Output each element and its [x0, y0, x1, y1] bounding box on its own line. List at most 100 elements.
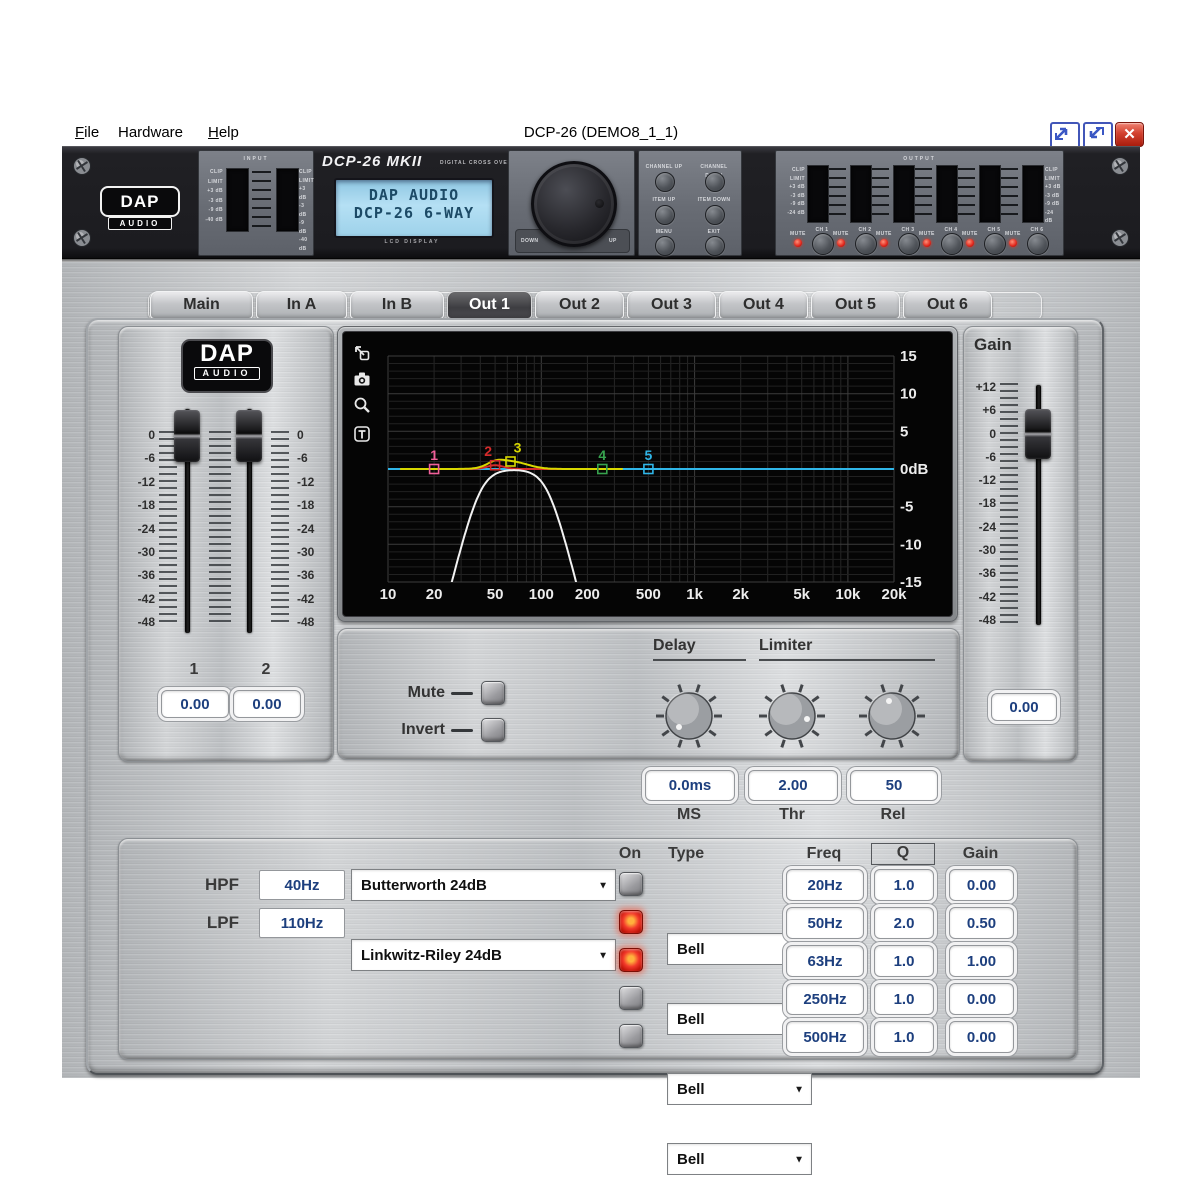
mute-led	[1009, 239, 1017, 247]
fader-scale-left: 0-6-12-18-24-30-36-42-48	[125, 428, 155, 629]
brand-text: DAP	[121, 192, 160, 212]
screw-icon	[1110, 156, 1130, 176]
delay-ms-value[interactable]: 0.0ms	[645, 770, 735, 801]
tab-out-3[interactable]: Out 3	[627, 291, 716, 319]
menu-help[interactable]: Help	[208, 124, 239, 141]
hpf-type-dropdown[interactable]: Butterworth 24dB▼	[351, 869, 616, 901]
fader-2-handle[interactable]	[236, 410, 262, 462]
lpf-freq-value[interactable]: 110Hz	[259, 908, 345, 938]
limiter-threshold-knob[interactable]	[756, 680, 828, 752]
fader-1-value[interactable]: 0.00	[161, 690, 229, 718]
eq-row-4-freq[interactable]: 250Hz	[786, 983, 864, 1015]
tab-in-a[interactable]: In A	[256, 291, 347, 319]
fader-1-handle[interactable]	[174, 410, 200, 462]
item-up-button[interactable]	[655, 205, 675, 225]
dap-logo: DAP AUDIO	[181, 339, 273, 393]
delay-knob[interactable]	[653, 680, 725, 752]
eq-row-3-on-button[interactable]	[619, 948, 643, 972]
exit-button[interactable]	[705, 236, 725, 256]
eq-row-1-gain[interactable]: 0.00	[949, 869, 1014, 901]
export-settings-button[interactable]	[1050, 122, 1080, 149]
eq-row-1-freq[interactable]: 20Hz	[786, 869, 864, 901]
eq-row-3-gain[interactable]: 1.00	[949, 945, 1014, 977]
channel-3-button[interactable]	[898, 233, 920, 255]
output-meter	[807, 165, 829, 223]
channel-1-button[interactable]	[812, 233, 834, 255]
eq-row-2-on-button[interactable]	[619, 910, 643, 934]
eq-row-2-gain[interactable]: 0.50	[949, 907, 1014, 939]
eq-row-4-type-dropdown[interactable]: Bell▼	[667, 1143, 812, 1175]
fader-2-value[interactable]: 0.00	[233, 690, 301, 718]
jog-wheel[interactable]	[531, 161, 617, 247]
tab-out-5[interactable]: Out 5	[811, 291, 900, 319]
input-fader-panel: DAP AUDIO 0-6-12-18-24-30-36-42-48 0-6-1…	[118, 326, 334, 762]
mute-toggle-button[interactable]	[481, 681, 505, 705]
gain-value[interactable]: 0.00	[991, 693, 1057, 721]
import-settings-button[interactable]	[1083, 122, 1113, 149]
mute-led	[837, 239, 845, 247]
pan-tool-icon[interactable]	[352, 343, 372, 363]
eq-row-1-q[interactable]: 1.0	[874, 869, 934, 901]
eq-row-4-q[interactable]: 1.0	[874, 983, 934, 1015]
gain-fader-handle[interactable]	[1025, 409, 1051, 459]
eq-row-5-freq[interactable]: 500Hz	[786, 1021, 864, 1053]
channel-6-button[interactable]	[1027, 233, 1049, 255]
lcd-line2: DCP-26 6-WAY	[336, 204, 492, 222]
chevron-down-icon: ▼	[794, 1154, 804, 1165]
tab-out-2[interactable]: Out 2	[535, 291, 624, 319]
eq-row-1-on-button[interactable]	[619, 872, 643, 896]
mute-label: MUTE	[833, 230, 849, 239]
item-down-button[interactable]	[705, 205, 725, 225]
output-meter-ticks	[1001, 168, 1018, 218]
channel-2-button[interactable]	[855, 233, 877, 255]
channel-up-button[interactable]	[655, 172, 675, 192]
rack-buttons-section: CHANNEL UP CHANNEL DOWN ITEM UP ITEM DOW…	[638, 150, 742, 256]
hpf-freq-value[interactable]: 40Hz	[259, 870, 345, 900]
eq-row-5-q[interactable]: 1.0	[874, 1021, 934, 1053]
eq-row-3-freq[interactable]: 63Hz	[786, 945, 864, 977]
limiter-rel-value[interactable]: 50	[850, 770, 938, 801]
tab-out-4[interactable]: Out 4	[719, 291, 808, 319]
invert-dash	[451, 729, 473, 732]
tab-out-1[interactable]: Out 1	[447, 291, 532, 319]
output-meter	[979, 165, 1001, 223]
svg-text:1k: 1k	[686, 586, 703, 603]
channel-4-button[interactable]	[941, 233, 963, 255]
menu-file[interactable]: File	[75, 124, 99, 141]
output-meter	[893, 165, 915, 223]
eq-row-5-on-button[interactable]	[619, 1024, 643, 1048]
svg-text:1: 1	[430, 447, 438, 463]
eq-row-3-type-dropdown[interactable]: Bell▼	[667, 1073, 812, 1105]
menu-hardware[interactable]: Hardware	[118, 124, 183, 141]
tab-in-b[interactable]: In B	[350, 291, 444, 319]
mute-label: MUTE	[876, 230, 892, 239]
eq-row-2-q[interactable]: 2.0	[874, 907, 934, 939]
window-title: DCP-26 (DEMO8_1_1)	[362, 124, 840, 141]
input-meter-scale-left: CLIPLIMIT+3 dB-3 dB-9 dB-40 dB	[201, 168, 223, 224]
limiter-thr-value[interactable]: 2.00	[748, 770, 838, 801]
tab-out-6[interactable]: Out 6	[903, 291, 992, 319]
close-button[interactable]: ✕	[1115, 122, 1144, 147]
eq-row-3-q[interactable]: 1.0	[874, 945, 934, 977]
svg-text:20: 20	[426, 586, 443, 603]
zoom-tool-icon[interactable]	[352, 395, 372, 415]
lpf-type-dropdown[interactable]: Linkwitz-Riley 24dB▼	[351, 939, 616, 971]
channel-5-button[interactable]	[984, 233, 1006, 255]
channel-down-button[interactable]	[705, 172, 725, 192]
dap-logo-text: DAP	[183, 341, 271, 367]
eq-row-2-freq[interactable]: 50Hz	[786, 907, 864, 939]
eq-row-4-gain[interactable]: 0.00	[949, 983, 1014, 1015]
text-tool-icon[interactable]	[352, 424, 372, 444]
snapshot-tool-icon[interactable]	[352, 369, 372, 389]
limiter-release-knob[interactable]	[856, 680, 928, 752]
eq-row-4-on-button[interactable]	[619, 986, 643, 1010]
eq-row-5-gain[interactable]: 0.00	[949, 1021, 1014, 1053]
output-meter-ticks	[829, 168, 846, 218]
graph-screen[interactable]: 123451020501002005001k2k5k10k20k151050dB…	[342, 331, 953, 617]
svg-text:0dB: 0dB	[900, 461, 929, 478]
menu-button[interactable]	[655, 236, 675, 256]
invert-toggle-button[interactable]	[481, 718, 505, 742]
brand-sub-text: AUDIO	[120, 219, 161, 228]
tab-main[interactable]: Main	[150, 291, 253, 319]
fader-ticks	[271, 431, 289, 627]
